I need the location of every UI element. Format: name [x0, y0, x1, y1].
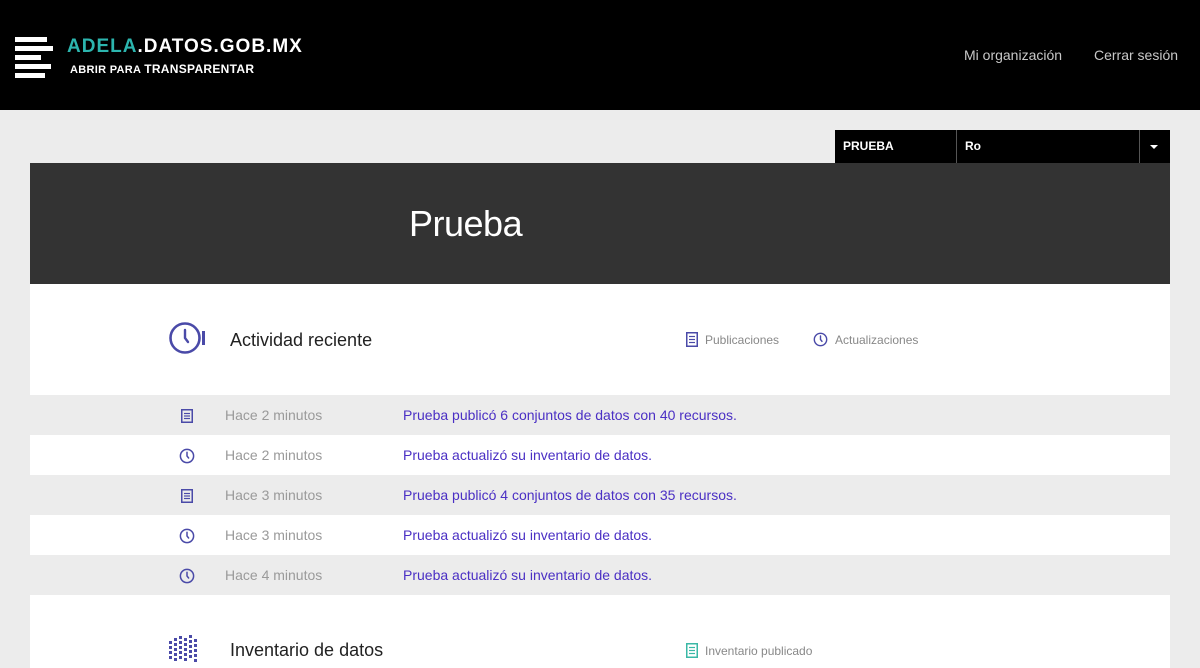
inventory-title: Inventario de datos — [230, 640, 384, 660]
activity-title: Actividad reciente — [230, 330, 373, 350]
activity-time: Hace 2 minutos — [225, 407, 323, 423]
logo-tagline: ABRIR PARA TRANSPARENTAR — [70, 62, 254, 76]
list-item: Hace 2 minutos Prueba publicó 6 conjunto… — [30, 395, 1170, 435]
activity-message-link[interactable]: Prueba actualizó su inventario de datos. — [403, 567, 652, 583]
filter-publicaciones[interactable]: Publicaciones — [686, 332, 779, 347]
page-title: Prueba — [409, 203, 523, 244]
divider — [1139, 130, 1140, 163]
document-icon — [181, 489, 193, 503]
org-selector-label: PRUEBA — [843, 139, 894, 153]
activity-time: Hace 2 minutos — [225, 447, 323, 463]
activity-time: Hace 4 minutos — [225, 567, 323, 583]
clock-icon — [813, 332, 828, 347]
list-item: Hace 2 minutos Prueba actualizó su inven… — [30, 435, 1170, 475]
activity-message-link[interactable]: Prueba actualizó su inventario de datos. — [403, 447, 652, 463]
clock-icon — [179, 568, 195, 584]
logo-bars-icon — [15, 37, 53, 79]
activity-message-link[interactable]: Prueba actualizó su inventario de datos. — [403, 527, 652, 543]
organization-selector[interactable]: PRUEBA Ro — [835, 130, 1170, 163]
activity-message-link[interactable]: Prueba publicó 6 conjuntos de datos con … — [403, 407, 737, 423]
clock-icon — [169, 322, 205, 354]
logo-title: ADELA.DATOS.GOB.MX — [67, 36, 303, 58]
activity-time: Hace 3 minutos — [225, 527, 323, 543]
logo-domain-text: .DATOS.GOB.MX — [137, 36, 303, 57]
inventory-grid-icon — [169, 635, 197, 662]
nav-mi-organizacion[interactable]: Mi organización — [964, 47, 1062, 63]
inventory-section-header: Inventario de datos Inventario publicado — [30, 595, 1170, 668]
divider — [956, 130, 957, 163]
nav-cerrar-sesion[interactable]: Cerrar sesión — [1094, 47, 1178, 63]
tagline-part-b: TRANSPARENTAR — [144, 62, 255, 76]
chevron-down-icon[interactable] — [1150, 145, 1158, 149]
filter-inventario-publicado[interactable]: Inventario publicado — [686, 643, 812, 658]
clock-icon — [179, 448, 195, 464]
filter-inventario-publicado-label: Inventario publicado — [705, 643, 813, 658]
activity-message-link[interactable]: Prueba publicó 4 conjuntos de datos con … — [403, 487, 737, 503]
document-icon — [181, 409, 193, 423]
activity-section-header: Actividad reciente Publicaciones Actuali… — [30, 284, 1170, 395]
document-icon — [686, 643, 698, 658]
filter-publicaciones-label: Publicaciones — [705, 332, 780, 347]
clock-icon — [179, 528, 195, 544]
document-icon — [686, 332, 698, 347]
activity-time: Hace 3 minutos — [225, 487, 323, 503]
filter-actualizaciones[interactable]: Actualizaciones — [813, 332, 918, 347]
activity-list: Hace 2 minutos Prueba publicó 6 conjunto… — [30, 395, 1170, 595]
list-item: Hace 3 minutos Prueba publicó 4 conjunto… — [30, 475, 1170, 515]
list-item: Hace 4 minutos Prueba actualizó su inven… — [30, 555, 1170, 595]
organization-hero: Prueba — [30, 163, 1170, 284]
top-navbar: ADELA.DATOS.GOB.MX ABRIR PARA TRANSPAREN… — [0, 0, 1200, 110]
org-selector-value: Ro — [965, 139, 981, 153]
logo-accent-text: ADELA — [67, 36, 138, 57]
list-item: Hace 3 minutos Prueba actualizó su inven… — [30, 515, 1170, 555]
tagline-part-a: ABRIR PARA — [70, 64, 141, 76]
filter-actualizaciones-label: Actualizaciones — [835, 332, 919, 347]
